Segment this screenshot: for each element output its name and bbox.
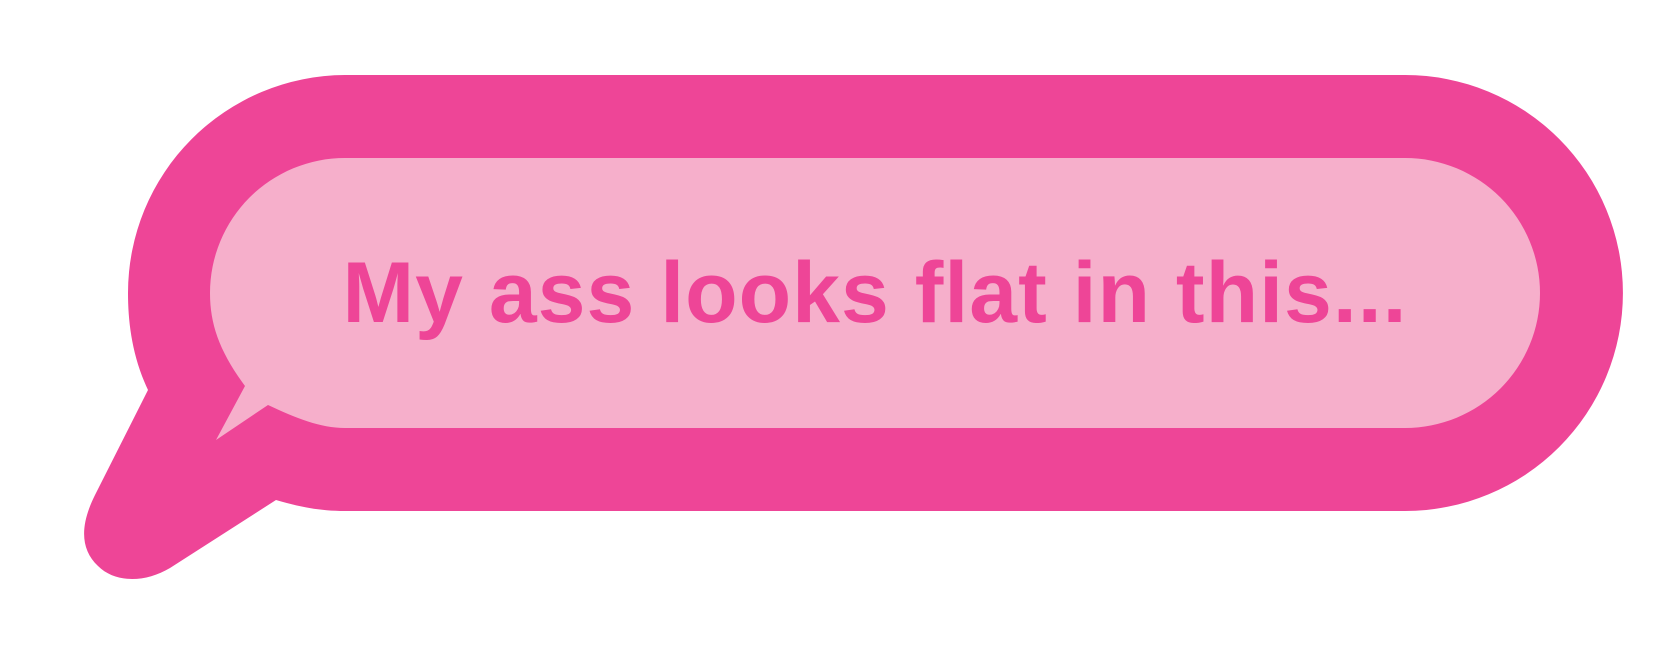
bubble-caption: My ass looks flat in this... (342, 244, 1408, 341)
speech-bubble: My ass looks flat in this... (0, 0, 1678, 658)
